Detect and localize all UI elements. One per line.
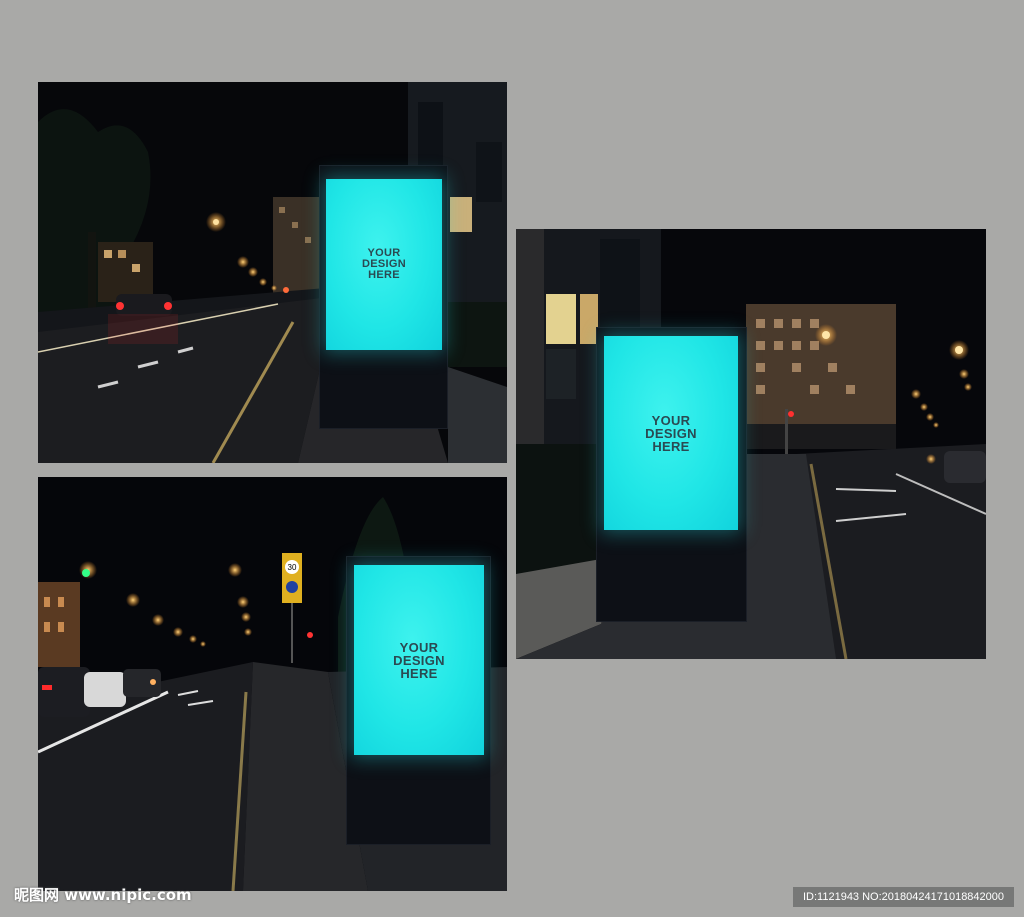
night-street-scene-3 [516,229,986,659]
billboard-screen-2: YOUR DESIGN HERE [354,565,484,755]
street-photo-3: YOUR DESIGN HERE [516,229,986,659]
image-id-watermark: ID:1121943 NO:20180424171018842000 [793,887,1014,907]
billboard-screen-1: YOUR DESIGN HERE [326,179,442,350]
site-watermark: 昵图网 www.nipic.com [14,886,192,904]
street-photo-1: YOUR DESIGN HERE [38,82,507,463]
billboard-text-3: YOUR DESIGN HERE [645,412,697,454]
billboard-screen-3: YOUR DESIGN HERE [604,336,738,530]
billboard-text-1: YOUR DESIGN HERE [362,247,406,281]
billboard-text-2: YOUR DESIGN HERE [393,639,445,681]
street-photo-2: 30 YOUR DESIGN HERE [38,477,507,891]
speed-limit-sign: 30 [288,563,297,572]
